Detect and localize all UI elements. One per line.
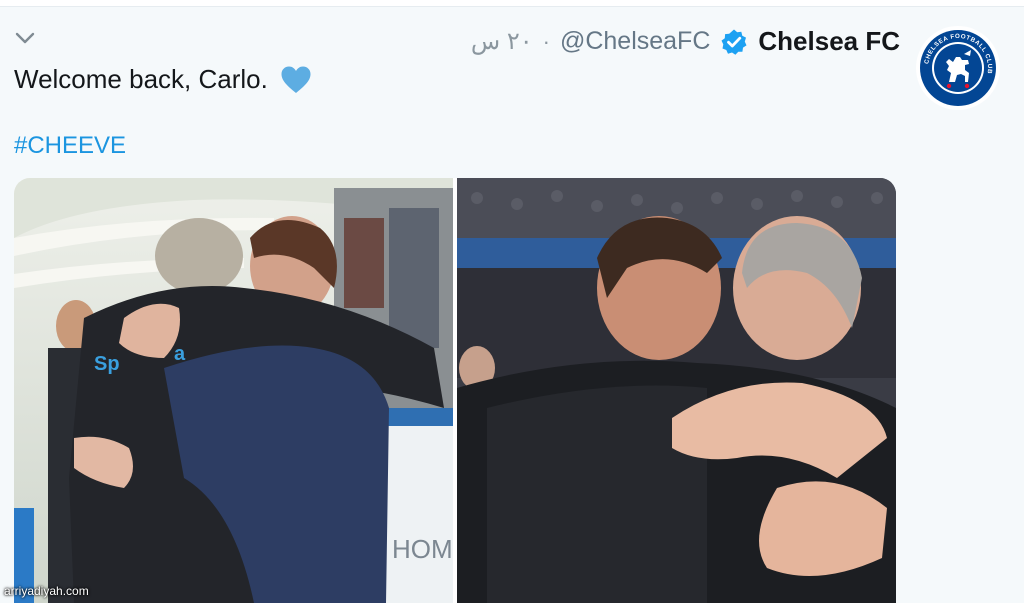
user-handle[interactable]: @ChelseaFC <box>560 27 710 56</box>
blue-heart-icon <box>281 66 311 93</box>
top-divider <box>0 0 1024 7</box>
chevron-down-icon[interactable] <box>14 28 36 48</box>
photo-left-image: Sp a HOM <box>14 178 453 603</box>
verified-badge-icon <box>721 29 747 55</box>
tweet-text: Welcome back, Carlo. <box>14 64 312 95</box>
watermark: arriyadiyah.com <box>4 584 89 598</box>
svg-text:a: a <box>174 343 186 365</box>
tweet-timestamp[interactable]: ٢٠ س <box>471 27 533 56</box>
svg-text:Sp: Sp <box>94 353 120 375</box>
display-name[interactable]: Chelsea FC <box>758 26 900 57</box>
avatar[interactable]: CHELSEA FOOTBALL CLUB <box>916 26 1000 110</box>
tweet-media-grid: Sp a HOM <box>14 178 896 603</box>
tweet-body: Welcome back, Carlo. <box>14 64 268 94</box>
svg-text:HOM: HOM <box>392 534 453 564</box>
tweet-header: ٢٠ س · @ChelseaFC Chelsea FC <box>471 26 900 57</box>
photo-right[interactable] <box>457 178 896 603</box>
separator-dot: · <box>542 28 550 54</box>
photo-right-image <box>457 178 896 603</box>
hashtag-link[interactable]: #CHEEVE <box>14 132 126 160</box>
photo-left[interactable]: Sp a HOM <box>14 178 453 603</box>
